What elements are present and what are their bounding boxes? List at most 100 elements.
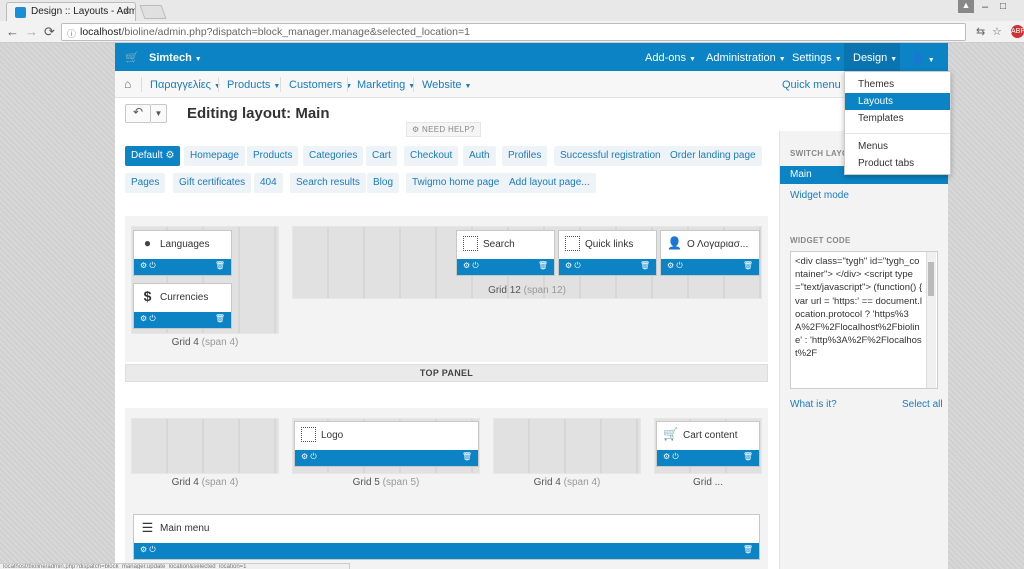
trash-icon[interactable]: 🗑: [640, 261, 650, 270]
trash-icon[interactable]: 🗑: [538, 261, 548, 270]
top-panel-label: TOP PANEL: [125, 364, 768, 382]
location-tab-auth[interactable]: Auth: [463, 146, 496, 166]
sidebar: SWITCH LAYOUT Main Widget mode WIDGET CO…: [779, 131, 948, 569]
admin-topbar: 🛒 Simtech ▼ Add-ons ▼ Administration ▼ Sett…: [115, 43, 948, 71]
close-tab-icon[interactable]: ×: [124, 6, 130, 17]
block-quick-links[interactable]: Quick links ⚙ ⏻ 🗑: [558, 230, 657, 276]
url-host: localhost: [80, 26, 122, 38]
location-tab-homepage[interactable]: Homepage: [184, 146, 245, 166]
grid-4-column[interactable]: [131, 418, 279, 474]
minimize-button[interactable]: ‒: [982, 1, 988, 13]
dotted-square-icon: [463, 236, 478, 251]
block-search[interactable]: Search ⚙ ⏻ 🗑: [456, 230, 555, 276]
translate-icon[interactable]: ⇆: [976, 25, 985, 38]
trash-icon[interactable]: 🗑: [462, 452, 472, 461]
trash-icon[interactable]: 🗑: [743, 452, 753, 461]
widget-code-heading: WIDGET CODE: [790, 236, 851, 245]
menu-divider: [845, 133, 950, 134]
reload-icon[interactable]: ⟳: [44, 24, 55, 40]
new-tab-button[interactable]: [139, 5, 167, 19]
subnav-orders[interactable]: Παραγγελίες▼: [150, 79, 221, 91]
forward-arrow-icon[interactable]: →: [25, 24, 38, 39]
need-help-tab[interactable]: ⚙ NEED HELP?: [406, 122, 481, 137]
code-scrollbar-thumb[interactable]: [928, 262, 934, 296]
globe-icon: ●: [143, 236, 152, 250]
back-dropdown-toggle[interactable]: ▼: [151, 104, 167, 123]
menu-item-product-tabs[interactable]: Product tabs: [845, 155, 950, 172]
window-user-icon[interactable]: ▲: [958, 0, 974, 13]
block-main-menu[interactable]: ☰ Main menu ⚙ ⏻ 🗑: [133, 514, 760, 560]
grid-4-label: Grid 4 (span 4): [171, 477, 239, 488]
block-my-account[interactable]: 👤 Ο Λογαριασ... ⚙ ⏻ 🗑: [660, 230, 760, 276]
location-tab-checkout[interactable]: Checkout: [404, 146, 459, 166]
location-tab-categories[interactable]: Categories: [303, 146, 364, 166]
list-icon: ☰: [141, 520, 154, 535]
trash-icon[interactable]: 🗑: [743, 545, 753, 554]
topbar-addons[interactable]: Add-ons ▼: [645, 52, 696, 64]
admin-subnav: ⌂ Παραγγελίες▼ Products▼ Customers▼ Mark…: [115, 71, 948, 98]
adblock-extension-icon[interactable]: ABP: [1011, 25, 1024, 38]
subnav-customers[interactable]: Customers ▼: [289, 79, 352, 91]
topbar-design[interactable]: Design ▼: [853, 52, 897, 64]
menu-item-themes[interactable]: Themes: [845, 76, 950, 93]
page-title: Editing layout: Main: [187, 105, 330, 122]
trash-icon[interactable]: 🗑: [215, 261, 225, 270]
design-dropdown-menu: Themes Layouts Templates Menus Product t…: [844, 71, 951, 175]
grid-4-column[interactable]: [493, 418, 641, 474]
back-button[interactable]: ↶: [125, 104, 151, 123]
person-icon: 👤: [667, 236, 682, 250]
back-arrow-icon[interactable]: ←: [6, 24, 19, 39]
widget-code-textarea[interactable]: <div class="tygh" id="tygh_container"> <…: [790, 251, 938, 389]
tab-title: Design :: Layouts - Admi: [31, 6, 136, 17]
location-tab-gift-certificates[interactable]: Gift certificates: [173, 173, 252, 193]
location-tab-search-results[interactable]: Search results: [290, 173, 366, 193]
what-is-it-link[interactable]: What is it?: [790, 399, 837, 410]
location-tab-blog[interactable]: Blog: [367, 173, 400, 193]
subnav-marketing[interactable]: Marketing ▼: [357, 79, 415, 91]
location-tab-pages[interactable]: Pages: [125, 173, 166, 193]
trash-icon[interactable]: 🗑: [743, 261, 753, 270]
address-bar[interactable]: ⓘ localhost/bioline/admin.php?dispatch=b…: [61, 23, 966, 41]
subnav-products[interactable]: Products ▼: [227, 79, 280, 91]
block-currencies[interactable]: $ Currencies ⚙ ⏻ 🗑: [133, 283, 232, 329]
trash-icon[interactable]: 🗑: [215, 314, 225, 323]
user-icon[interactable]: 👤 ▼: [911, 52, 935, 65]
subnav-website[interactable]: Website ▼: [422, 79, 471, 91]
topbar-settings[interactable]: Settings ▼: [792, 52, 842, 64]
maximize-button[interactable]: □: [1000, 1, 1006, 12]
widget-mode-link[interactable]: Widget mode: [790, 190, 849, 201]
menu-item-menus[interactable]: Menus: [845, 138, 950, 155]
home-icon[interactable]: ⌂: [124, 77, 131, 91]
block-languages[interactable]: ● Languages ⚙ ⏻ 🗑: [133, 230, 232, 276]
url-path: /bioline/admin.php?dispatch=block_manage…: [121, 26, 470, 38]
dotted-square-icon: [301, 427, 316, 442]
grid-4-label: Grid 4 (span 4): [171, 337, 239, 348]
location-tab-404[interactable]: 404: [254, 173, 283, 193]
bookmark-star-icon[interactable]: ☆: [992, 25, 1002, 38]
cart-icon: 🛒: [663, 427, 678, 441]
grid-4-label: Grid 4 (span 4): [533, 477, 601, 488]
location-tab-twigmo[interactable]: Twigmo home page: [406, 173, 506, 193]
quick-menu-link[interactable]: Quick menu: [782, 79, 841, 91]
location-tab-default[interactable]: Default ⚙: [125, 146, 181, 166]
block-cart-content[interactable]: 🛒 Cart content ⚙ ⏻ 🗑: [656, 421, 760, 467]
add-layout-page-button[interactable]: Add layout page...: [503, 173, 596, 193]
location-tab-successful-registration[interactable]: Successful registration: [554, 146, 667, 166]
menu-item-templates[interactable]: Templates: [845, 110, 950, 127]
page-info-icon[interactable]: ⓘ: [67, 27, 76, 40]
block-logo[interactable]: Logo ⚙ ⏻ 🗑: [294, 421, 479, 467]
topbar-administration[interactable]: Administration ▼: [706, 52, 786, 64]
menu-item-layouts[interactable]: Layouts: [845, 93, 950, 110]
grid-partial-label: Grid ...: [692, 477, 723, 488]
browser-tabstrip: Design :: Layouts - Admi × ▲ ‒ □: [0, 0, 1024, 21]
select-all-link[interactable]: Select all: [902, 399, 943, 410]
cart-icon[interactable]: 🛒: [125, 51, 139, 64]
grid-12-label: Grid 12 (span 12): [488, 285, 566, 296]
browser-tab[interactable]: Design :: Layouts - Admi ×: [6, 2, 136, 21]
store-selector[interactable]: Simtech ▼: [149, 52, 202, 64]
status-bar: localhost/bioline/admin.php?dispatch=blo…: [0, 563, 350, 569]
location-tab-cart[interactable]: Cart: [366, 146, 397, 166]
location-tab-order-landing-page[interactable]: Order landing page: [664, 146, 762, 166]
location-tab-profiles[interactable]: Profiles: [502, 146, 548, 166]
location-tab-products[interactable]: Products: [247, 146, 299, 166]
